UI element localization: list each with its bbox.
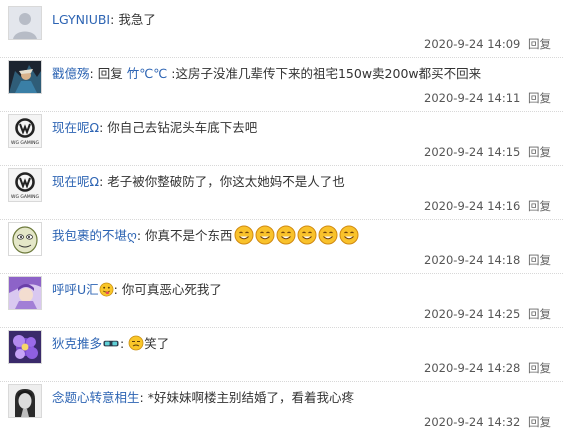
dark-character-avatar [9,61,41,93]
avatar[interactable] [8,276,42,310]
colon: : [89,66,98,81]
cartoon-face-avatar [9,223,41,255]
avatar-caption: WG GAMING [11,194,40,200]
emoji-row [233,225,359,245]
avatar[interactable] [8,6,42,40]
wg-logo-avatar: WG GAMING [9,115,41,147]
reply-text: 你可真恶心死我了 [121,282,222,297]
reply-text: 你真不是个东西 [145,228,233,243]
reply-button[interactable]: 回复 [528,253,551,267]
reply-meta: 2020-9-24 14:28 回复 [424,360,551,376]
reply-text: :这房子没准几辈传下来的祖宅150w卖200w都买不回来 [171,66,482,81]
username-link[interactable]: 现在呢Ω [52,120,99,135]
avatar[interactable] [8,222,42,256]
timestamp: 2020-9-24 14:16 [424,199,521,213]
reply-content: 狄克推多: 笑了 [52,333,551,355]
reply-text: 笑了 [144,336,170,351]
reply-target-link[interactable]: 竹℃℃ [127,66,168,81]
username-link[interactable]: 呼呼U汇 [52,282,99,297]
smiley-emoji-icon [234,225,254,245]
reply-content: 念题心转意相生: *好妹妹啊楼主别结婚了，看着我心疼 [52,387,551,409]
reply-content: 呼呼U汇: 你可真恶心死我了 [52,279,551,301]
wg-logo-avatar: WG GAMING [9,169,41,201]
timestamp: 2020-9-24 14:15 [424,145,521,159]
reply-item: WG GAMING 现在呢Ω: 你自己去钻泥头车底下去吧 2020-9-24 1… [0,108,563,166]
avatar[interactable] [8,60,42,94]
reply-item: LGYNIUBI: 我急了 2020-9-24 14:09 回复 [0,0,563,58]
smiley-emoji-icon [318,225,338,245]
bw-girl-avatar [9,385,41,417]
reply-meta: 2020-9-24 14:09 回复 [424,36,551,52]
timestamp: 2020-9-24 14:28 [424,361,521,375]
purple-character-avatar [9,277,41,309]
colon: : [113,282,122,297]
reply-item: 念题心转意相生: *好妹妹啊楼主别结婚了，看着我心疼 2020-9-24 14:… [0,378,563,436]
reply-text: 老子被你整破防了，你这太她妈不是人了也 [107,174,345,189]
reply-button[interactable]: 回复 [528,91,551,105]
reply-item: 我包裹的不堪ღ: 你真不是个东西 2020-9-24 14:18 回复 [0,216,563,274]
reply-content: LGYNIUBI: 我急了 [52,9,551,31]
reply-meta: 2020-9-24 14:32 回复 [424,414,551,430]
avatar-caption: WG GAMING [11,140,40,146]
reply-item: WG GAMING 现在呢Ω: 老子被你整破防了，你这太她妈不是人了也 2020… [0,162,563,220]
avatar[interactable] [8,330,42,364]
smiley-emoji-icon [276,225,296,245]
reply-text: 你自己去钻泥头车底下去吧 [107,120,258,135]
timestamp: 2020-9-24 14:11 [424,91,521,105]
avatar[interactable] [8,384,42,418]
reply-text: 我急了 [118,12,156,27]
username-link[interactable]: 狄克推多 [52,336,102,351]
reply-item: 呼呼U汇: 你可真恶心死我了 2020-9-24 14:25 回复 [0,270,563,328]
timestamp: 2020-9-24 14:25 [424,307,521,321]
reply-meta: 2020-9-24 14:11 回复 [424,90,551,106]
timestamp: 2020-9-24 14:18 [424,253,521,267]
default-avatar-icon [9,7,41,39]
reply-button[interactable]: 回复 [528,145,551,159]
reply-button[interactable]: 回复 [528,199,551,213]
reply-list: LGYNIUBI: 我急了 2020-9-24 14:09 回复 戳億殇: 回复… [0,0,563,437]
reply-meta: 2020-9-24 14:16 回复 [424,198,551,214]
reply-meta: 2020-9-24 14:25 回复 [424,306,551,322]
reply-content: 我包裹的不堪ღ: 你真不是个东西 [52,225,551,247]
timestamp: 2020-9-24 14:32 [424,415,521,429]
reply-content: 现在呢Ω: 你自己去钻泥头车底下去吧 [52,117,551,139]
reply-meta: 2020-9-24 14:18 回复 [424,252,551,268]
smiley-emoji-icon [255,225,275,245]
username-link[interactable]: 我包裹的不堪ღ [52,228,137,243]
reply-item: 狄克推多: 笑了 2020-9-24 14:28 回复 [0,324,563,382]
reply-button[interactable]: 回复 [528,307,551,321]
reply-content: 现在呢Ω: 老子被你整破防了，你这太她妈不是人了也 [52,171,551,193]
timestamp: 2020-9-24 14:09 [424,37,521,51]
reply-text: *好妹妹啊楼主别结婚了，看着我心疼 [147,390,354,405]
username-link[interactable]: 戳億殇 [52,66,90,81]
reply-button[interactable]: 回复 [528,361,551,375]
username-link[interactable]: 念题心转意相生 [52,390,140,405]
reply-button[interactable]: 回复 [528,37,551,51]
reply-meta: 2020-9-24 14:15 回复 [424,144,551,160]
avatar[interactable]: WG GAMING [8,168,42,202]
username-link[interactable]: 现在呢Ω [52,174,99,189]
colon: : [120,336,129,351]
colon: : [136,228,146,243]
avatar[interactable]: WG GAMING [8,114,42,148]
username-link[interactable]: LGYNIUBI [52,12,110,27]
reply-item: 戳億殇: 回复 竹℃℃ :这房子没准几辈传下来的祖宅150w卖200w都买不回来… [0,54,563,112]
reply-prefix: 回复 [97,66,123,81]
colon: : [139,390,148,405]
reply-button[interactable]: 回复 [528,415,551,429]
sunglasses-badge-icon [103,340,119,347]
smiley-emoji-icon [339,225,359,245]
purple-flower-avatar [9,331,41,363]
smiley-emoji-icon [297,225,317,245]
reply-content: 戳億殇: 回复 竹℃℃ :这房子没准几辈传下来的祖宅150w卖200w都买不回来 [52,63,551,85]
tongue-emoji-icon [99,282,114,297]
sweat-emoji-icon [128,335,144,351]
